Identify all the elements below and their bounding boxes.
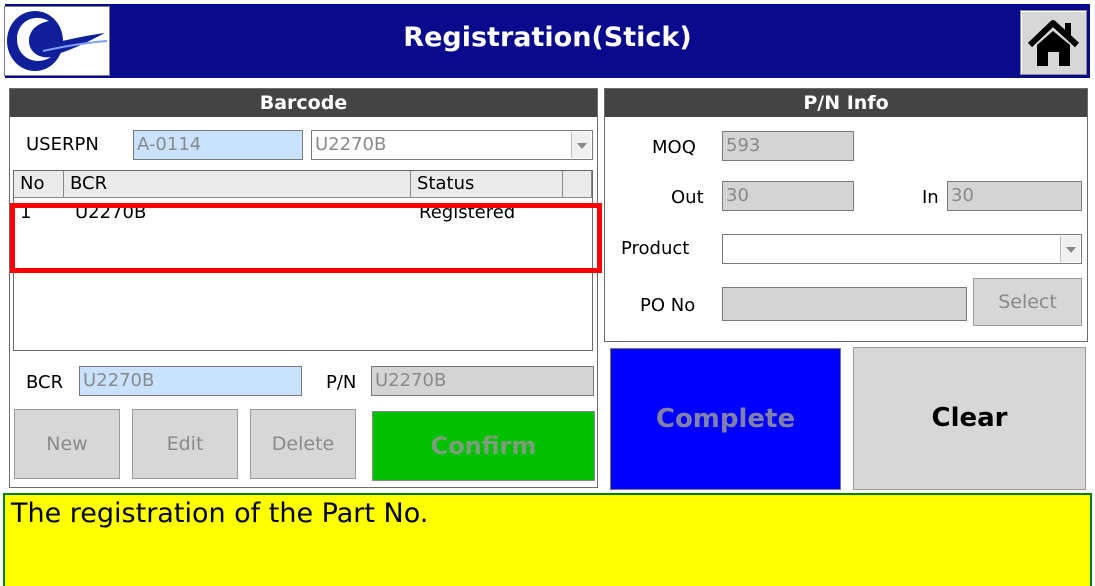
po-no-input[interactable] bbox=[722, 287, 967, 321]
column-header-blank bbox=[563, 171, 592, 198]
complete-button[interactable]: Complete bbox=[610, 348, 841, 490]
home-icon bbox=[1027, 20, 1080, 66]
delete-button[interactable]: Delete bbox=[250, 409, 356, 479]
status-message: The registration of the Part No. bbox=[3, 493, 1092, 586]
out-label: Out bbox=[671, 187, 704, 208]
bcr-label: BCR bbox=[26, 372, 64, 393]
selected-row-highlight bbox=[10, 203, 602, 273]
pn-info-panel: P/N Info MOQ 593 Out 30 In 30 Product PO… bbox=[603, 87, 1089, 343]
chevron-down-icon[interactable] bbox=[571, 132, 591, 158]
page-title: Registration(Stick) bbox=[403, 22, 692, 53]
barcode-panel: Barcode USERPN A-0114 U2270B No BCR Stat… bbox=[8, 87, 602, 489]
edit-button[interactable]: Edit bbox=[132, 409, 238, 479]
pn-input[interactable]: U2270B bbox=[371, 366, 594, 396]
new-button[interactable]: New bbox=[14, 409, 120, 479]
select-button[interactable]: Select bbox=[973, 278, 1082, 326]
column-header-status[interactable]: Status bbox=[411, 171, 563, 198]
column-header-no[interactable]: No bbox=[14, 171, 64, 198]
moq-label: MOQ bbox=[652, 137, 696, 158]
chevron-down-icon[interactable] bbox=[1060, 236, 1080, 262]
pn-info-panel-header: P/N Info bbox=[605, 89, 1087, 117]
barcode-panel-header: Barcode bbox=[10, 89, 597, 117]
column-header-bcr[interactable]: BCR bbox=[64, 171, 411, 198]
moq-input[interactable]: 593 bbox=[722, 131, 854, 161]
userpn-input[interactable]: A-0114 bbox=[133, 130, 303, 160]
in-input[interactable]: 30 bbox=[947, 181, 1082, 211]
userpn-select[interactable]: U2270B bbox=[311, 130, 593, 160]
home-button[interactable] bbox=[1020, 10, 1087, 75]
pn-label: P/N bbox=[326, 372, 357, 393]
userpn-select-value: U2270B bbox=[315, 134, 387, 155]
out-input[interactable]: 30 bbox=[722, 181, 854, 211]
clear-button[interactable]: Clear bbox=[853, 347, 1086, 490]
userpn-label: USERPN bbox=[26, 134, 99, 155]
product-label: Product bbox=[621, 238, 690, 259]
in-label: In bbox=[922, 187, 939, 208]
title-bar: Registration(Stick) bbox=[0, 0, 1095, 84]
confirm-button[interactable]: Confirm bbox=[372, 411, 595, 481]
bcr-input[interactable]: U2270B bbox=[79, 366, 302, 396]
product-select[interactable] bbox=[722, 234, 1082, 264]
po-no-label: PO No bbox=[640, 295, 696, 316]
